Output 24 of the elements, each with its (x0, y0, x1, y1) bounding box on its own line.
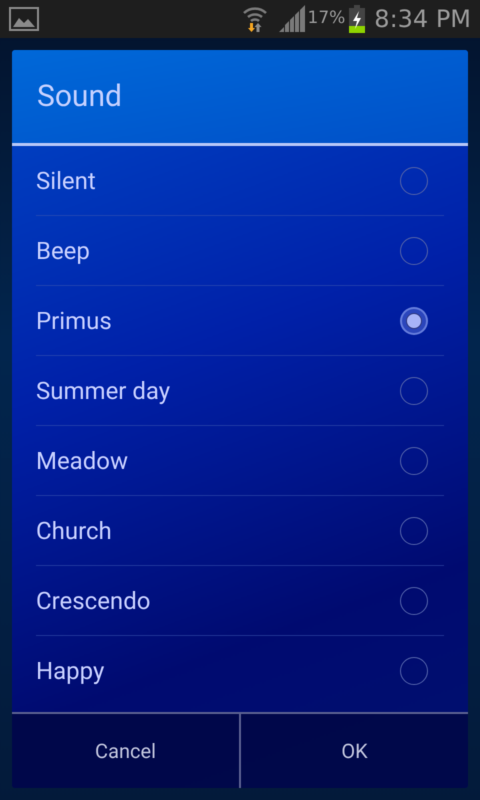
radio-button[interactable] (400, 586, 428, 614)
clock: 8:34 PM (374, 4, 471, 35)
sound-option[interactable]: Silent (36, 146, 444, 216)
cancel-button[interactable]: Cancel (12, 714, 239, 788)
image-icon (9, 7, 39, 31)
radio-button[interactable] (400, 376, 428, 404)
sound-option[interactable]: Happy (36, 636, 444, 706)
signal-icon (278, 5, 306, 33)
battery-percentage: 17% (308, 7, 346, 30)
radio-button[interactable] (400, 446, 428, 474)
sound-option[interactable]: Primus (36, 286, 444, 356)
sound-option[interactable]: Church (36, 496, 444, 566)
radio-button[interactable] (400, 516, 428, 544)
battery-charging-icon (348, 5, 366, 33)
sound-option[interactable]: Meadow (36, 426, 444, 496)
sound-option[interactable]: Beep (36, 216, 444, 286)
wifi-icon (242, 5, 268, 33)
ok-button[interactable]: OK (239, 714, 468, 788)
radio-button[interactable] (400, 166, 428, 194)
radio-button[interactable] (400, 236, 428, 264)
radio-button[interactable] (400, 657, 428, 685)
sound-option[interactable]: Summer day (36, 356, 444, 426)
dialog-title: Sound (37, 78, 122, 116)
sound-option[interactable]: Crescendo (36, 566, 444, 636)
